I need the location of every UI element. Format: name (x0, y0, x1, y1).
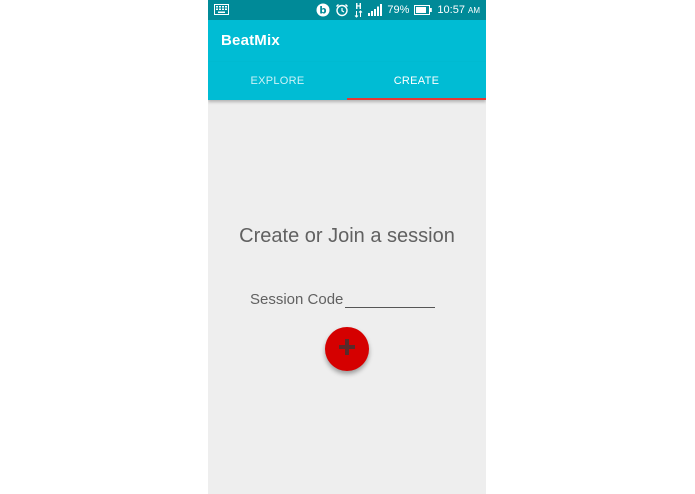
tab-explore[interactable]: EXPLORE (208, 62, 347, 100)
status-bar: b H 79% 10:57 AM (208, 0, 486, 20)
session-code-row: Session Code (250, 287, 436, 308)
tab-bar: EXPLORE CREATE (208, 62, 486, 100)
svg-text:H: H (356, 2, 362, 11)
app-bar: BeatMix (208, 20, 486, 62)
page-heading: Create or Join a session (239, 225, 455, 247)
beats-icon: b (316, 3, 330, 17)
phone-screen: b H 79% 10:57 AM BeatMix EXPLORE CREATE … (208, 0, 486, 494)
tab-create[interactable]: CREATE (347, 62, 486, 100)
plus-icon (338, 338, 356, 361)
session-code-input[interactable] (345, 287, 436, 308)
add-session-button[interactable] (325, 327, 369, 371)
tab-create-label: CREATE (393, 75, 440, 87)
clock-ampm: AM (468, 5, 480, 15)
svg-text:b: b (320, 6, 327, 17)
clock: 10:57 AM (437, 0, 480, 21)
clock-time: 10:57 (437, 3, 465, 16)
tab-explore-label: EXPLORE (250, 75, 305, 87)
active-tab-indicator (347, 98, 486, 100)
keyboard-icon (214, 4, 229, 15)
battery-icon (414, 5, 433, 15)
status-icons: b H 79% 10:57 AM (316, 0, 480, 20)
session-code-label: Session Code (250, 291, 344, 308)
battery-percent: 79% (387, 4, 410, 16)
signal-icon (368, 4, 383, 16)
data-h-icon: H (354, 2, 363, 18)
app-title: BeatMix (221, 32, 280, 49)
alarm-icon (335, 3, 349, 17)
